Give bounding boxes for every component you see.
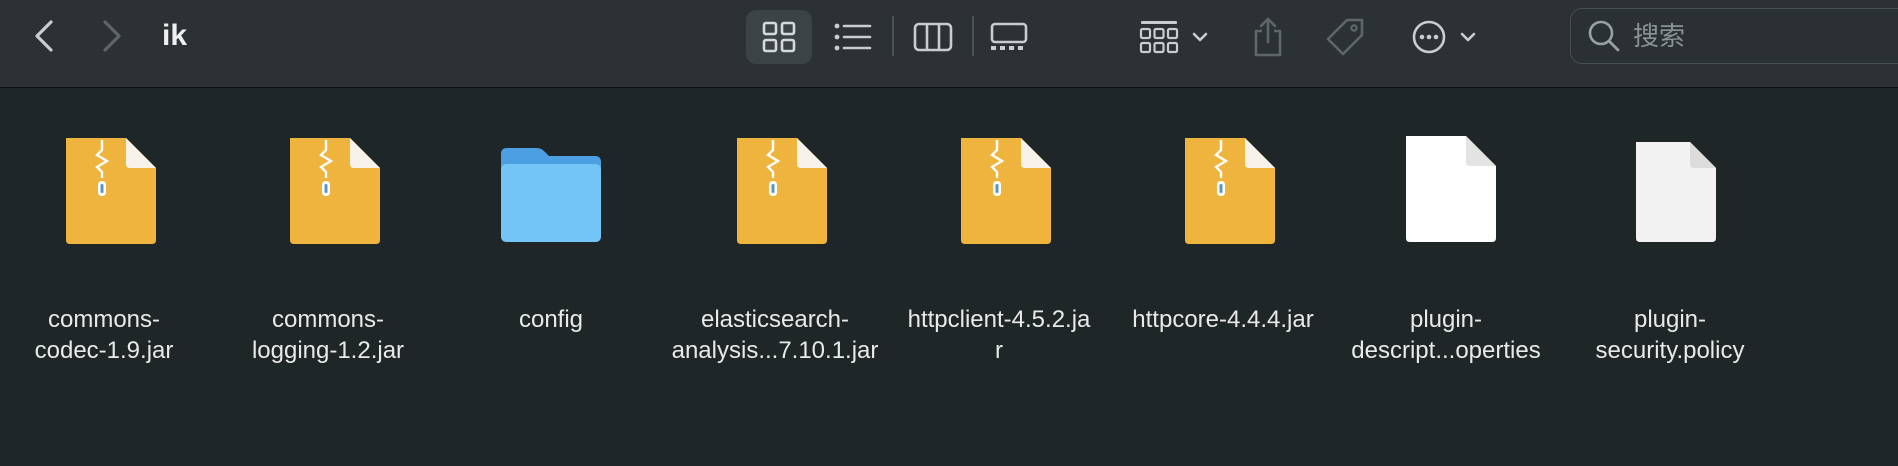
folder-item[interactable]: config	[439, 128, 663, 368]
window-title: ik	[162, 19, 188, 52]
folder-icon	[439, 128, 663, 248]
file-item[interactable]: commons- logging-1.2.jar	[216, 128, 440, 368]
list-view-icon	[834, 23, 872, 51]
tag-icon	[1326, 18, 1364, 56]
group-icon	[1139, 21, 1179, 54]
toolbar-separator	[892, 16, 894, 56]
file-name: httpclient-4.5.2.ja r	[907, 306, 1091, 364]
icon-view-icon	[762, 21, 796, 53]
file-name: commons- logging-1.2.jar	[251, 306, 405, 364]
file-item[interactable]: plugin- security.policy	[1558, 128, 1782, 368]
zip-archive-icon	[663, 128, 887, 248]
share-button[interactable]	[1246, 10, 1290, 64]
chevron-down-icon	[1460, 32, 1476, 42]
tag-button[interactable]	[1320, 10, 1370, 64]
search-icon	[1588, 20, 1620, 52]
file-item[interactable]: httpcore-4.4.4.jar	[1111, 128, 1335, 368]
more-actions-button[interactable]	[1404, 10, 1484, 64]
file-item[interactable]: elasticsearch- analysis...7.10.1.jar	[663, 128, 887, 368]
file-name: plugin- security.policy	[1595, 306, 1745, 364]
column-view-button[interactable]	[908, 10, 958, 64]
forward-button[interactable]	[92, 14, 132, 58]
file-name: httpcore-4.4.4.jar	[1132, 306, 1314, 333]
list-view-button[interactable]	[830, 10, 876, 64]
zip-archive-icon	[216, 128, 440, 248]
group-button[interactable]	[1134, 10, 1214, 64]
chevron-down-icon	[1192, 32, 1208, 42]
file-name: config	[518, 306, 584, 333]
back-button[interactable]	[24, 14, 64, 58]
document-icon	[1334, 128, 1558, 248]
document-icon	[1558, 128, 1782, 248]
share-icon	[1254, 17, 1282, 57]
zip-archive-icon	[887, 128, 1111, 248]
file-item[interactable]: httpclient-4.5.2.ja r	[887, 128, 1111, 368]
gallery-view-icon	[990, 22, 1028, 50]
search-placeholder: 搜索	[1633, 21, 1686, 51]
file-name: elasticsearch- analysis...7.10.1.jar	[671, 306, 879, 364]
file-item[interactable]: commons- codec-1.9.jar	[0, 128, 216, 368]
icon-view-button[interactable]	[746, 10, 812, 64]
zip-archive-icon	[0, 128, 216, 248]
file-name: plugin- descript...operties	[1351, 306, 1541, 364]
ellipsis-circle-icon	[1412, 20, 1446, 54]
column-view-icon	[913, 22, 953, 52]
chevron-right-icon	[103, 20, 121, 52]
file-item[interactable]: plugin- descript...operties	[1334, 128, 1558, 368]
file-name: commons- codec-1.9.jar	[34, 306, 174, 364]
gallery-view-button[interactable]	[984, 10, 1034, 64]
toolbar-separator	[972, 16, 974, 56]
zip-archive-icon	[1111, 128, 1335, 248]
search-field[interactable]: 搜索	[1570, 8, 1898, 64]
file-grid: commons- codec-1.9.jar commons- logging-…	[0, 88, 1898, 466]
toolbar: ik 搜索	[0, 0, 1898, 88]
chevron-left-icon	[35, 20, 53, 52]
